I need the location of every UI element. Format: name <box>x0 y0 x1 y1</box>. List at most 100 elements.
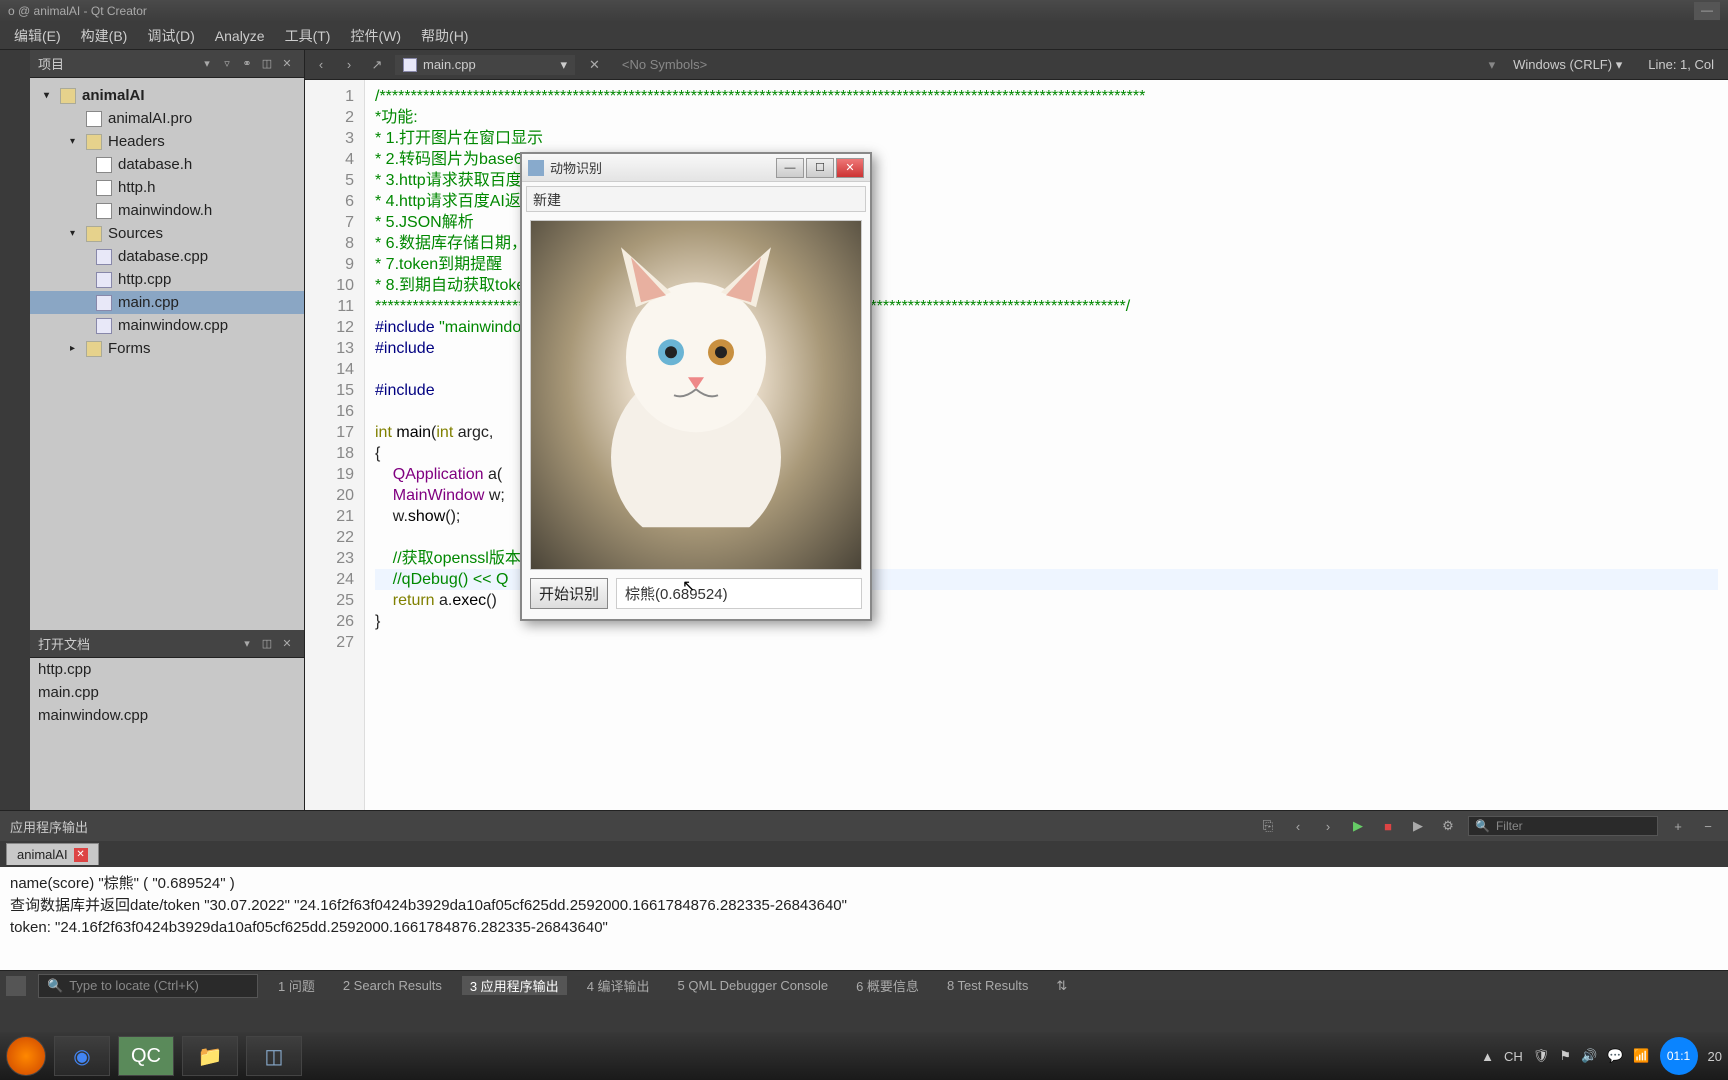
appwin-menu-new[interactable]: 新建 <box>526 186 866 212</box>
tray-icon[interactable]: 💬 <box>1607 1048 1623 1064</box>
animal-recognition-window[interactable]: 动物识别 — ☐ ✕ 新建 开始识别 棕 <box>520 152 872 621</box>
dropdown-icon[interactable]: ▾ <box>198 55 216 73</box>
output-body[interactable]: name(score) "棕熊" ( "0.689524" )查询数据库并返回d… <box>0 867 1728 970</box>
tray-icon[interactable]: 🔊 <box>1581 1048 1597 1064</box>
split-icon[interactable]: ◫ <box>258 635 276 653</box>
tray-icon[interactable]: 📶 <box>1633 1048 1649 1064</box>
remove-button[interactable]: − <box>1698 816 1718 836</box>
run-button[interactable]: ▶ <box>1348 816 1368 836</box>
appwin-minimize-button[interactable]: — <box>776 158 804 178</box>
mode-bar[interactable] <box>0 50 30 810</box>
dropdown-icon[interactable]: ▾ <box>238 635 256 653</box>
open-doc-item[interactable]: http.cpp <box>30 658 304 681</box>
settings-icon[interactable]: ⚙ <box>1438 816 1458 836</box>
tree-header-file[interactable]: http.h <box>30 176 304 199</box>
file-selector[interactable]: main.cpp ▾ <box>395 55 575 75</box>
add-button[interactable]: + <box>1668 816 1688 836</box>
line-col-indicator[interactable]: Line: 1, Col <box>1640 55 1722 74</box>
output-header: 应用程序输出 ⎘ ‹ › ▶ ■ ▶ ⚙ 🔍 Filter + − <box>0 811 1728 841</box>
tree-header-file[interactable]: database.h <box>30 153 304 176</box>
filter-icon[interactable]: ▿ <box>218 55 236 73</box>
menu-debug[interactable]: 调试(D) <box>137 22 204 50</box>
status-tab-tests[interactable]: 8 Test Results <box>939 978 1036 993</box>
close-tab-icon[interactable]: ✕ <box>74 848 88 862</box>
tree-root[interactable]: ▾animalAI <box>30 84 304 107</box>
status-tab-search[interactable]: 2 Search Results <box>335 978 450 993</box>
close-panel-icon[interactable]: ✕ <box>278 55 296 73</box>
taskbar-chrome[interactable]: ◉ <box>54 1036 110 1076</box>
status-tab-compile[interactable]: 4 编译输出 <box>579 976 658 995</box>
menu-widgets[interactable]: 控件(W) <box>340 22 411 50</box>
open-docs-list[interactable]: http.cpp main.cpp mainwindow.cpp <box>30 658 304 810</box>
symbol-selector[interactable]: <No Symbols> <box>614 55 1481 74</box>
taskbar-clock[interactable]: 01:1 <box>1660 1037 1698 1075</box>
open-doc-item[interactable]: mainwindow.cpp <box>30 704 304 727</box>
status-tab-general[interactable]: 6 概要信息 <box>848 976 927 995</box>
next-icon[interactable]: › <box>1318 816 1338 836</box>
close-panel-icon[interactable]: ✕ <box>278 635 296 653</box>
ime-indicator[interactable]: CH <box>1504 1049 1523 1064</box>
stop-button[interactable]: ■ <box>1378 816 1398 836</box>
taskbar-app[interactable]: ◫ <box>246 1036 302 1076</box>
tree-source-file-active[interactable]: main.cpp <box>30 291 304 314</box>
tree-source-file[interactable]: http.cpp <box>30 268 304 291</box>
taskbar-qtcreator[interactable]: QC <box>118 1036 174 1076</box>
status-tab-qml[interactable]: 5 QML Debugger Console <box>670 978 837 993</box>
project-tree[interactable]: ▾animalAI animalAI.pro ▾Headers database… <box>30 78 304 630</box>
locator-input[interactable]: 🔍 Type to locate (Ctrl+K) <box>38 974 258 998</box>
tree-header-file[interactable]: mainwindow.h <box>30 199 304 222</box>
tree-pro-file[interactable]: animalAI.pro <box>30 107 304 130</box>
line-gutter: 1234567891011121314151617181920212223242… <box>305 80 365 810</box>
status-tab-output[interactable]: 3 应用程序输出 <box>462 976 567 995</box>
taskbar-time-suffix: 20 <box>1708 1049 1722 1064</box>
tree-source-file[interactable]: mainwindow.cpp <box>30 314 304 337</box>
close-file-button[interactable]: ✕ <box>583 57 606 73</box>
tree-headers[interactable]: ▾Headers <box>30 130 304 153</box>
attach-icon[interactable]: ⎘ <box>1258 816 1278 836</box>
project-panel-title: 项目 <box>38 54 64 73</box>
start-button[interactable] <box>6 1036 46 1076</box>
menu-help[interactable]: 帮助(H) <box>411 22 478 50</box>
appwin-close-button[interactable]: ✕ <box>836 158 864 178</box>
appwin-titlebar[interactable]: 动物识别 — ☐ ✕ <box>522 154 870 182</box>
tree-source-file[interactable]: database.cpp <box>30 245 304 268</box>
menubar: 编辑(E) 构建(B) 调试(D) Analyze 工具(T) 控件(W) 帮助… <box>0 22 1728 50</box>
output-tabs: animalAI ✕ <box>0 841 1728 867</box>
menu-edit[interactable]: 编辑(E) <box>4 22 71 50</box>
window-titlebar: o @ animalAI - Qt Creator — <box>0 0 1728 22</box>
nav-extra-button[interactable]: ↗ <box>367 57 387 73</box>
rerun-icon[interactable]: ▶ <box>1408 816 1428 836</box>
menu-build[interactable]: 构建(B) <box>71 22 138 50</box>
status-tab-toggle[interactable]: ⇅ <box>1048 978 1075 994</box>
recognize-button[interactable]: 开始识别 <box>530 578 608 609</box>
nav-forward-button[interactable]: › <box>339 57 359 72</box>
menu-analyze[interactable]: Analyze <box>205 24 275 48</box>
output-tab[interactable]: animalAI ✕ <box>6 843 99 865</box>
status-icon[interactable] <box>6 976 26 996</box>
current-file-name: main.cpp <box>423 57 476 72</box>
prev-icon[interactable]: ‹ <box>1288 816 1308 836</box>
minimize-button[interactable]: — <box>1694 2 1720 20</box>
tray-icon[interactable]: ▲ <box>1481 1049 1494 1064</box>
nav-back-button[interactable]: ‹ <box>311 57 331 72</box>
split-icon[interactable]: ◫ <box>258 55 276 73</box>
open-doc-item[interactable]: main.cpp <box>30 681 304 704</box>
appwin-maximize-button[interactable]: ☐ <box>806 158 834 178</box>
locator-placeholder: Type to locate (Ctrl+K) <box>69 978 199 993</box>
output-filter[interactable]: 🔍 Filter <box>1468 816 1658 836</box>
taskbar-explorer[interactable]: 📁 <box>182 1036 238 1076</box>
link-icon[interactable]: ⚭ <box>238 55 256 73</box>
encoding-selector[interactable]: Windows (CRLF) ▾ <box>1503 55 1632 75</box>
output-title: 应用程序输出 <box>10 817 88 836</box>
code-editor[interactable]: 1234567891011121314151617181920212223242… <box>305 80 1728 810</box>
system-tray[interactable]: ▲ CH 🛡 ⚑ 🔊 💬 📶 01:1 20 <box>1481 1037 1722 1075</box>
tray-icon[interactable]: 🛡 <box>1533 1048 1550 1064</box>
recognition-result: 棕熊(0.689524) <box>616 578 862 609</box>
tray-icon[interactable]: ⚑ <box>1559 1048 1571 1064</box>
status-tab-issues[interactable]: 1 问题 <box>270 976 323 995</box>
tree-sources[interactable]: ▾Sources <box>30 222 304 245</box>
appwin-icon <box>528 160 544 176</box>
output-panel: 应用程序输出 ⎘ ‹ › ▶ ■ ▶ ⚙ 🔍 Filter + − animal… <box>0 810 1728 970</box>
tree-forms[interactable]: ▸Forms <box>30 337 304 360</box>
menu-tools[interactable]: 工具(T) <box>275 22 341 50</box>
